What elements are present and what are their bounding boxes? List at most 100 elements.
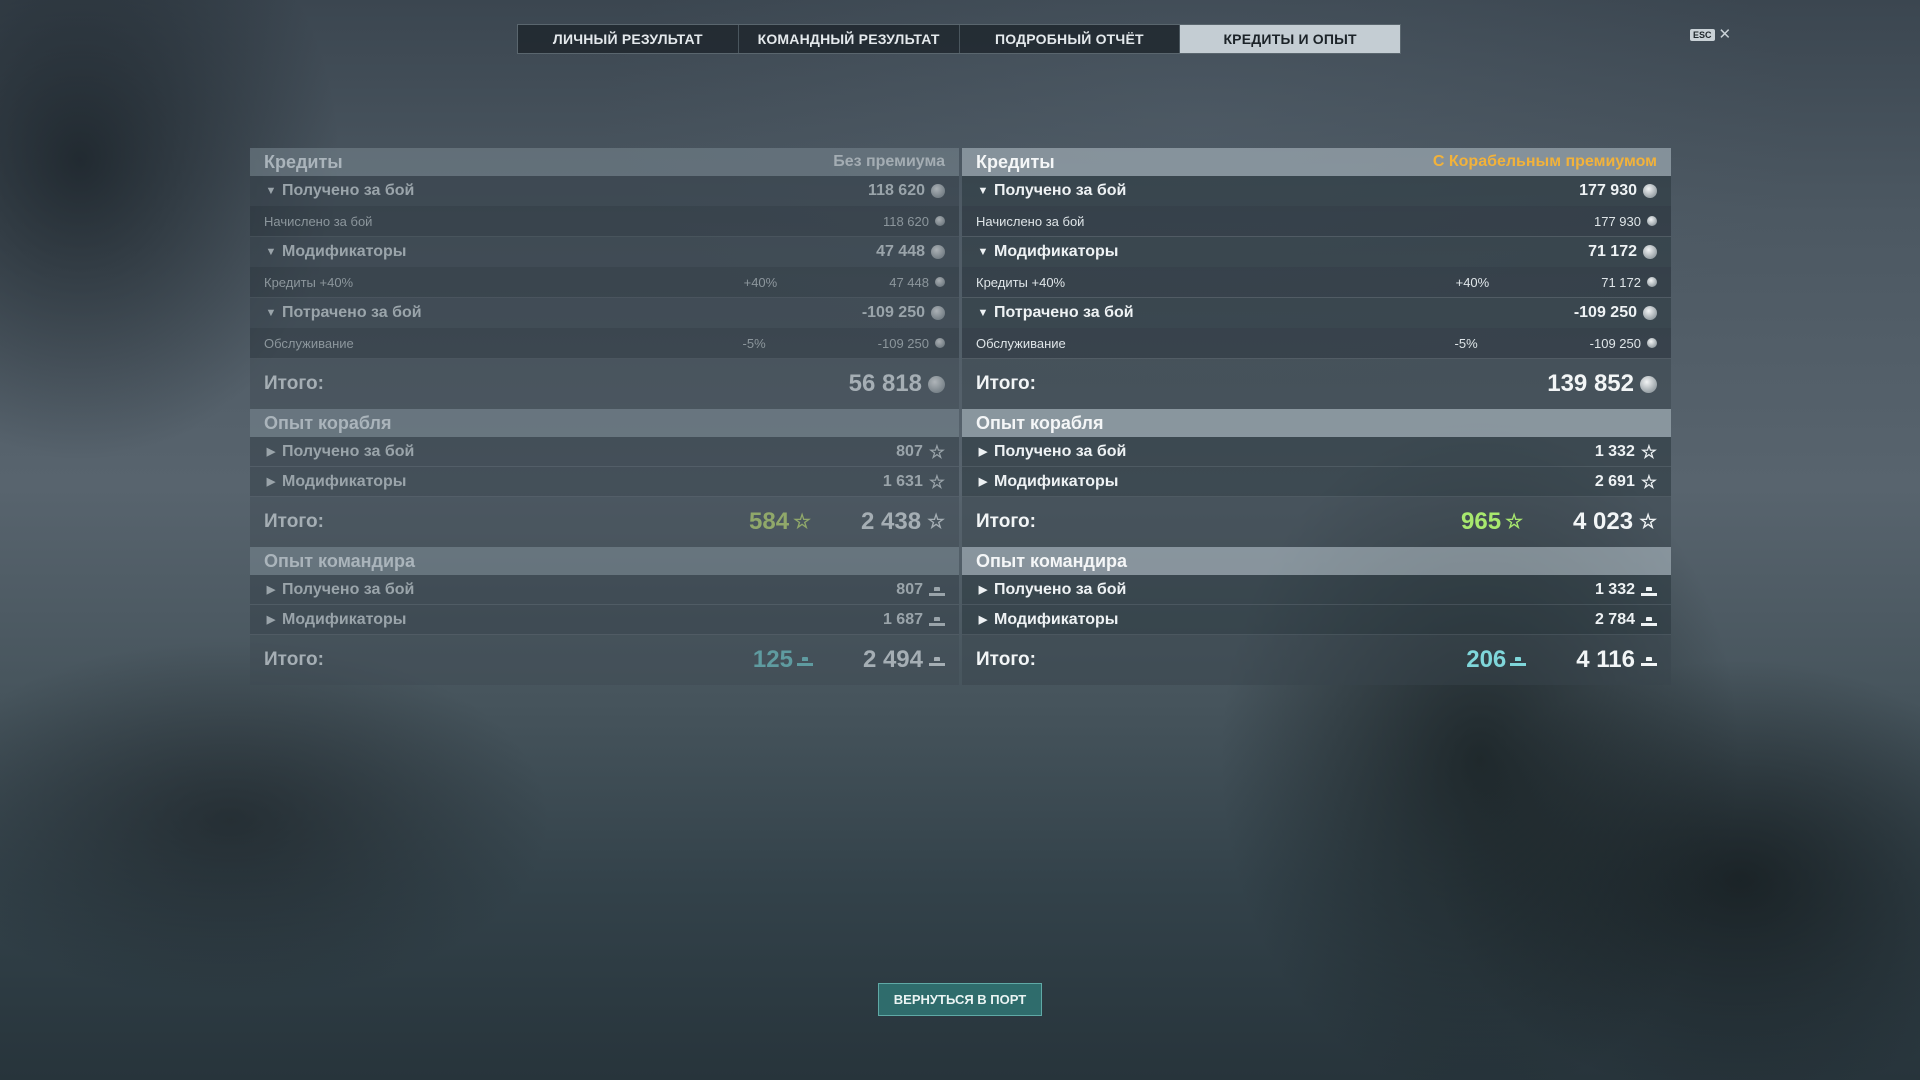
credits-modifiers-label: Модификаторы [994,243,1119,260]
triangle-right-icon: ▶ [266,476,276,488]
tab-detailed-report[interactable]: ПОДРОБНЫЙ ОТЧЁТ [960,25,1181,53]
credits-coin-icon [1640,375,1657,393]
credits-modifier-detail-label: Кредиты +40% [976,274,1066,290]
commander-xp-earned-row[interactable]: ▶ Получено за бой 1 332 [962,575,1671,605]
commander-xp-earned-value: 807 [896,580,923,598]
credits-coin-icon [1643,184,1657,198]
star-icon: ☆ [928,441,945,462]
credits-earned-label: Получено за бой [282,182,415,199]
premium-status-label: Без премиума [833,153,945,170]
close-icon[interactable]: ✕ [1719,27,1732,42]
credits-earned-detail-row: Начислено за бой 118 620 [250,206,959,237]
credits-coin-icon [1647,216,1657,226]
credits-spent-detail-label: Обслуживание [976,335,1066,351]
star-icon: ☆ [1640,471,1657,492]
credits-total-row: Итого: 56 818 [250,359,959,409]
ship-xp-earned-row[interactable]: ▶ Получено за бой 1 332 ☆ [962,437,1671,467]
ship-xp-header: Опыт корабля [250,409,959,437]
return-to-port-button[interactable]: ВЕРНУТЬСЯ В ПОРТ [878,983,1042,1016]
credits-modifier-detail-label: Кредиты +40% [264,274,354,290]
results-tabs: ЛИЧНЫЙ РЕЗУЛЬТАТ КОМАНДНЫЙ РЕЗУЛЬТАТ ПОД… [517,24,1401,54]
credits-spent-detail-label: Обслуживание [264,335,354,351]
credits-earned-detail-label: Начислено за бой [976,213,1085,229]
credits-spent-detail-value: -109 250 [877,335,929,351]
credits-coin-icon [931,184,945,198]
panel-without-premium: Кредиты Без премиума ▼ Получено за бой 1… [250,148,959,685]
credits-total-label: Итого: [976,373,1036,394]
credits-spent-label: Потрачено за бой [282,304,422,321]
credits-coin-icon [1643,245,1657,259]
ship-xp-total-row: Итого: 965 ☆ 4 023 ☆ [962,497,1671,547]
credits-spent-value: -109 250 [861,304,925,321]
credits-total-label: Итого: [264,373,324,394]
ship-xp-modifiers-row[interactable]: ▶ Модификаторы 1 631 ☆ [250,467,959,497]
star-icon: ☆ [1505,511,1523,533]
credits-modifiers-value: 47 448 [876,243,925,260]
ship-xp-total-row: Итого: 584 ☆ 2 438 ☆ [250,497,959,547]
credits-modifier-percent: +40% [1455,274,1490,290]
star-icon: ☆ [1640,441,1657,462]
commander-xp-modifiers-row[interactable]: ▶ Модификаторы 2 784 [962,605,1671,635]
elite-commander-xp-value: 125 [752,646,793,673]
tab-credits-and-xp[interactable]: КРЕДИТЫ И ОПЫТ [1180,25,1400,53]
ship-xp-modifiers-value: 1 631 [882,472,923,490]
triangle-down-icon: ▼ [265,246,277,258]
credits-coin-icon [935,216,945,226]
tab-team-result[interactable]: КОМАНДНЫЙ РЕЗУЛЬТАТ [739,25,960,53]
commander-xp-modifiers-row[interactable]: ▶ Модификаторы 1 687 [250,605,959,635]
credits-modifier-percent: +40% [743,274,778,290]
esc-key-badge: ESC [1690,28,1715,41]
credits-spent-label: Потрачено за бой [994,304,1134,321]
ship-xp-earned-row[interactable]: ▶ Получено за бой 807 ☆ [250,437,959,467]
triangle-down-icon: ▼ [977,185,989,197]
credits-total-value: 139 852 [1547,370,1634,397]
panel-with-ship-premium: Кредиты С Корабельным премиумом ▼ Получе… [962,148,1671,685]
commander-xp-earned-row[interactable]: ▶ Получено за бой 807 [250,575,959,605]
triangle-right-icon: ▶ [266,446,276,458]
commander-xp-icon [796,654,813,666]
triangle-down-icon: ▼ [265,307,277,319]
credits-spent-row[interactable]: ▼ Потрачено за бой -109 250 [250,298,959,328]
commander-xp-header: Опыт командира [962,547,1671,575]
triangle-down-icon: ▼ [977,307,989,319]
credits-title: Кредиты [976,151,1055,172]
star-icon: ☆ [1639,511,1657,533]
credits-spent-row[interactable]: ▼ Потрачено за бой -109 250 [962,298,1671,328]
ship-xp-title: Опыт корабля [976,412,1104,433]
ship-xp-total-label: Итого: [264,511,324,532]
credits-earned-label: Получено за бой [994,182,1127,199]
credits-header: Кредиты Без премиума [250,148,959,176]
credits-coin-icon [1647,277,1657,287]
credits-modifier-detail-row: Кредиты +40% +40% 47 448 [250,267,959,298]
commander-xp-total-row: Итого: 206 4 116 [962,635,1671,685]
credits-total-value: 56 818 [848,370,922,397]
credits-earned-row[interactable]: ▼ Получено за бой 177 930 [962,176,1671,206]
credits-spent-detail-row: Обслуживание -5% -109 250 [962,328,1671,359]
credits-earned-detail-value: 177 930 [1594,213,1641,229]
ship-xp-title: Опыт корабля [264,412,392,433]
triangle-right-icon: ▶ [978,614,988,626]
close-button[interactable]: ESC ✕ [1690,27,1731,42]
ship-xp-modifiers-row[interactable]: ▶ Модификаторы 2 691 ☆ [962,467,1671,497]
star-icon: ☆ [927,511,945,533]
commander-xp-modifiers-label: Модификаторы [994,610,1119,628]
commander-xp-modifiers-value: 1 687 [882,610,923,628]
commander-xp-title: Опыт командира [976,550,1128,571]
commander-xp-modifiers-label: Модификаторы [282,610,407,628]
credits-modifiers-label: Модификаторы [282,243,407,260]
commander-xp-icon [1641,654,1657,666]
credits-coin-icon [931,245,945,259]
star-icon: ☆ [928,471,945,492]
ship-xp-total-value: 2 438 [861,508,922,535]
credits-header: Кредиты С Корабельным премиумом [962,148,1671,176]
tab-personal-result[interactable]: ЛИЧНЫЙ РЕЗУЛЬТАТ [518,25,739,53]
credits-earned-row[interactable]: ▼ Получено за бой 118 620 [250,176,959,206]
credits-modifiers-row[interactable]: ▼ Модификаторы 47 448 [250,237,959,267]
credits-spent-value: -109 250 [1573,304,1637,321]
credits-modifier-detail-value: 47 448 [889,274,929,290]
ship-xp-earned-value: 1 332 [1594,442,1635,460]
triangle-right-icon: ▶ [978,584,988,596]
ship-xp-earned-value: 807 [896,442,923,460]
credits-modifiers-row[interactable]: ▼ Модификаторы 71 172 [962,237,1671,267]
premium-status-label: С Корабельным премиумом [1432,153,1657,170]
